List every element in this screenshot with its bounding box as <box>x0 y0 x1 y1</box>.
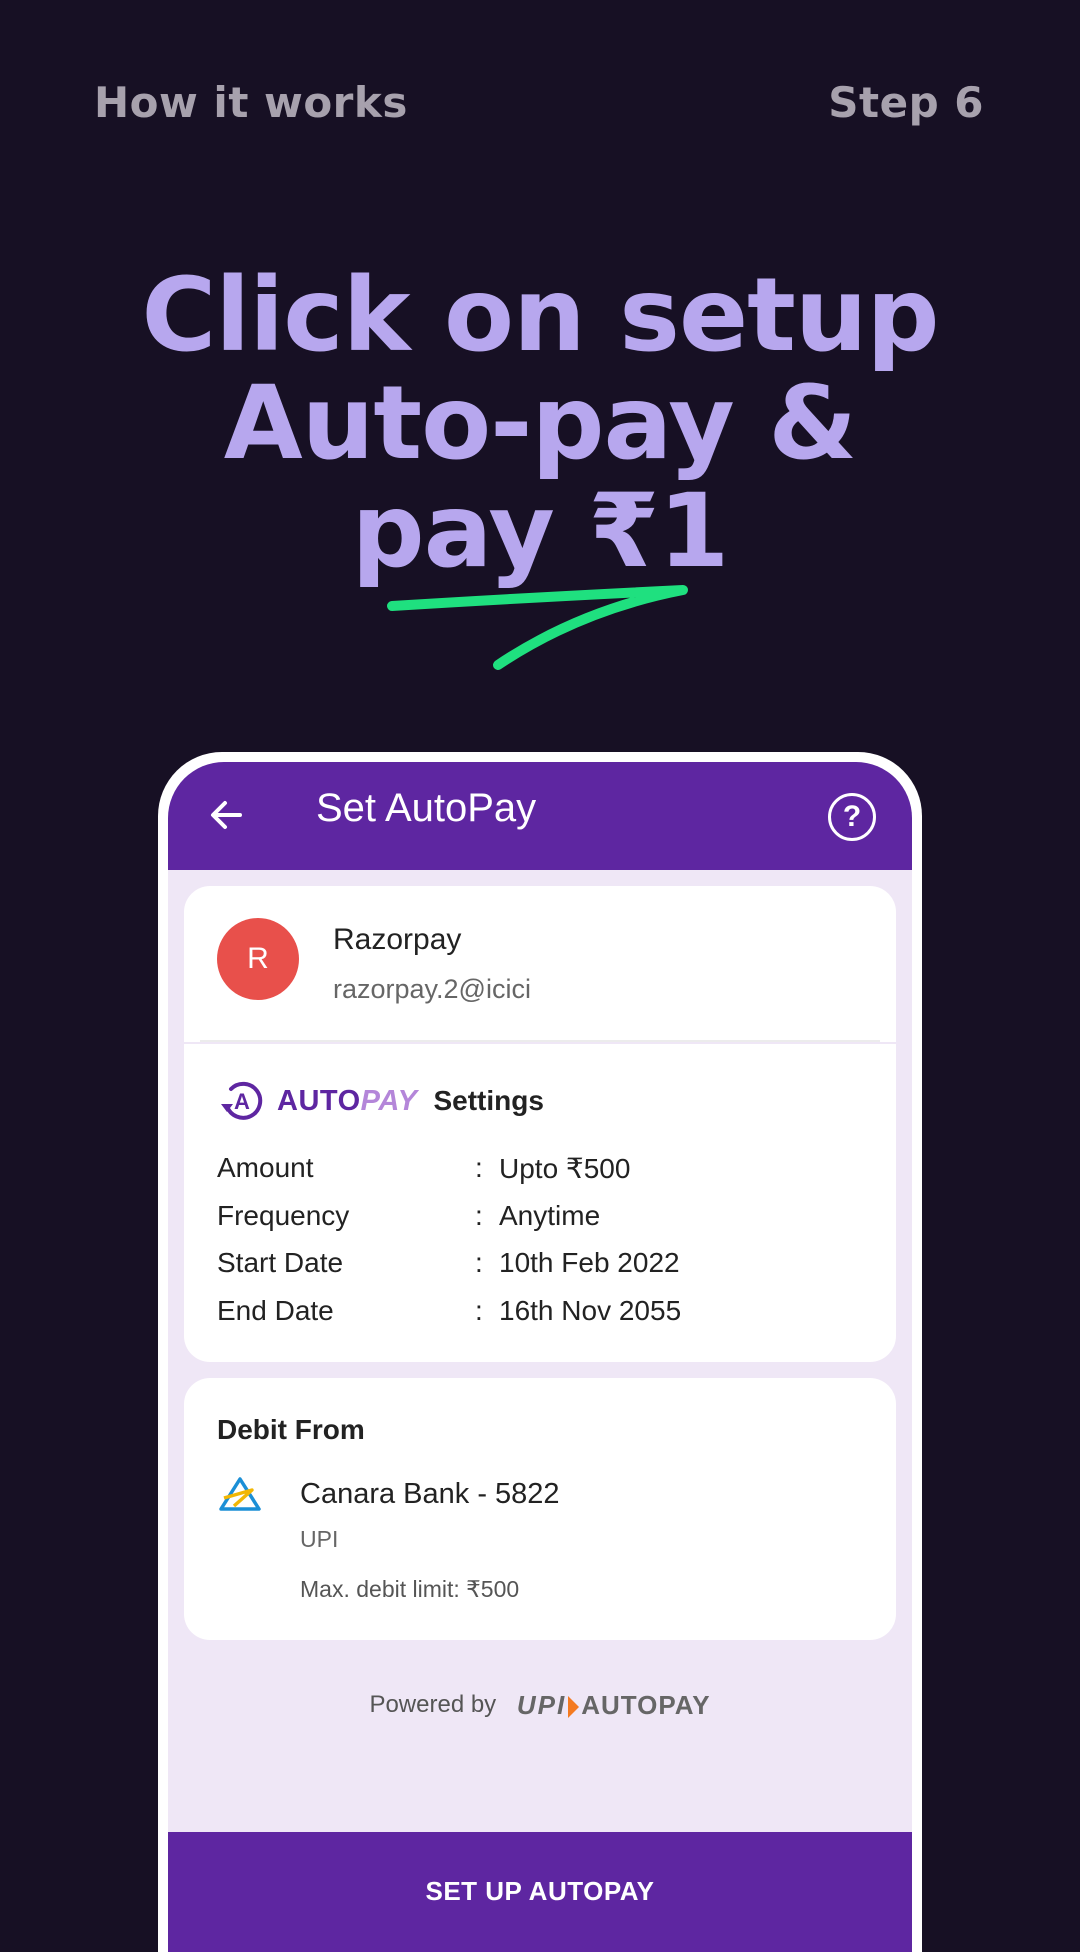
step-indicator: Step 6 <box>828 78 984 127</box>
debit-from-title: Debit From <box>217 1414 365 1445</box>
detail-row-amount: Amount : Upto ₹500 <box>217 1152 631 1184</box>
merchant-card: R Razorpay razorpay.2@icici <box>184 886 896 1042</box>
merchant-name: Razorpay <box>333 923 462 956</box>
avatar: R <box>217 918 299 1000</box>
autopay-settings-card: A AUTOPAY Settings Amount : Upto ₹500 Fr… <box>184 1044 896 1362</box>
powered-by: Powered by UPI AUTOPAY <box>168 1690 912 1721</box>
headline-line-1: Click on setup <box>141 256 939 375</box>
debit-limit: Max. debit limit: ₹500 <box>300 1576 520 1602</box>
help-icon[interactable]: ? <box>828 793 876 841</box>
powered-by-label: Powered by <box>369 1690 497 1718</box>
headline: Click on setup Auto-pay & pay ₹1 <box>0 262 1080 586</box>
svg-text:A: A <box>234 1089 250 1114</box>
debit-from-card[interactable]: Debit From Canara Bank - 5822 UPI Max. d… <box>184 1378 896 1640</box>
bank-name: Canara Bank - 5822 <box>300 1478 560 1510</box>
settings-label: Settings <box>433 1085 544 1116</box>
autopay-details: Amount : Upto ₹500 Frequency : Anytime S… <box>217 1152 876 1342</box>
autopay-logo-icon: A <box>221 1081 263 1120</box>
how-it-works-label: How it works <box>94 78 408 127</box>
app-bar: Set AutoPay ? <box>168 762 912 870</box>
merchant-vpa: razorpay.2@icici <box>333 974 531 1004</box>
canara-bank-icon <box>219 1477 261 1511</box>
detail-row-end-date: End Date : 16th Nov 2055 <box>217 1294 682 1326</box>
phone-mockup: Set AutoPay ? R Razorpay razorpay.2@icic… <box>158 752 922 1952</box>
back-arrow-icon[interactable] <box>206 795 246 835</box>
page-title: Set AutoPay <box>316 786 537 830</box>
detail-row-frequency: Frequency : Anytime <box>217 1199 601 1231</box>
headline-line-2: Auto-pay & <box>223 364 857 483</box>
underline-swoosh-icon <box>387 585 688 670</box>
phone-screen: Set AutoPay ? R Razorpay razorpay.2@icic… <box>168 762 912 1952</box>
detail-row-start-date: Start Date : 10th Feb 2022 <box>217 1247 680 1278</box>
setup-autopay-button[interactable]: SET UP AUTOPAY <box>168 1832 912 1952</box>
autopay-settings-header: A AUTOPAY Settings <box>217 1078 544 1124</box>
upi-autopay-logo-icon: UPI AUTOPAY <box>516 1690 711 1720</box>
divider <box>200 1040 880 1042</box>
autopay-wordmark: AUTOPAY <box>277 1084 418 1117</box>
payment-method: UPI <box>300 1526 339 1552</box>
